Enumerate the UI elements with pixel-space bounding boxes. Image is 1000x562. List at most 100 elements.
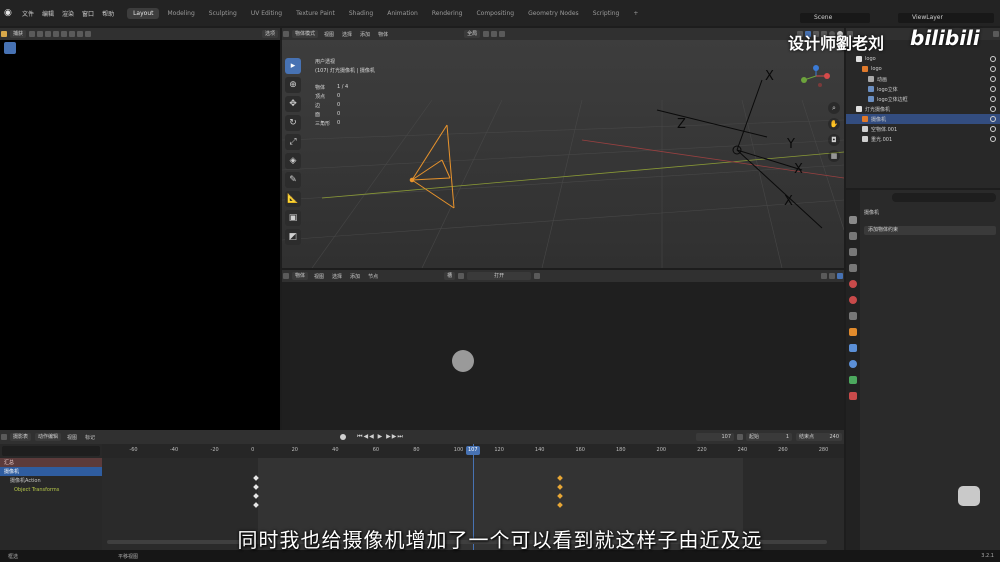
pin-icon[interactable] — [534, 273, 541, 279]
view-icon[interactable] — [29, 31, 36, 37]
workspace-tab-shading[interactable]: Shading — [343, 8, 379, 19]
output-tab-icon[interactable] — [849, 248, 857, 256]
outliner-row[interactable]: 摄像机 — [846, 114, 1000, 124]
menu-help[interactable]: 帮助 — [102, 9, 114, 18]
clock-icon[interactable] — [737, 434, 743, 440]
current-frame-field[interactable]: 107 — [696, 433, 734, 441]
pan-hand-icon[interactable]: ✋ — [828, 118, 840, 130]
shading-solid-icon[interactable] — [69, 31, 76, 37]
outliner-row[interactable]: logo立体边框 — [846, 94, 1000, 104]
view-layer-selector[interactable]: ViewLayer — [898, 13, 994, 23]
workspace-tab-scripting[interactable]: Scripting — [587, 8, 626, 19]
action-editor-dropdown[interactable]: 动作编辑 — [35, 433, 62, 441]
proportional-edit-icon[interactable] — [499, 31, 506, 37]
physics-tab-icon[interactable] — [849, 344, 857, 352]
transform-tool-icon[interactable]: ◈ — [285, 153, 301, 169]
channel-summary[interactable]: 汇总 — [0, 458, 102, 467]
backdrop-icon[interactable] — [837, 273, 843, 279]
workspace-tab-rendering[interactable]: Rendering — [426, 8, 469, 19]
channel-action[interactable]: 摄像机Action — [0, 476, 102, 485]
dope-sheet-mode-dropdown[interactable]: 摄影表 — [10, 433, 32, 441]
workspace-tab-uv-editing[interactable]: UV Editing — [245, 8, 288, 19]
overlay-icon[interactable] — [829, 273, 835, 279]
menu-add[interactable]: 添加 — [360, 31, 370, 38]
link-icon[interactable] — [37, 31, 44, 37]
outliner-row[interactable]: logo立体 — [846, 84, 1000, 94]
channel-search-input[interactable] — [2, 446, 100, 456]
visibility-eye-icon[interactable] — [990, 116, 996, 122]
overlay-icon[interactable] — [61, 31, 68, 37]
transform-orientation-dropdown[interactable]: 全局 — [464, 30, 481, 38]
cursor-tool-icon[interactable]: ⊕ — [285, 77, 301, 93]
select-tool-icon[interactable]: ▸ — [285, 58, 301, 74]
menu-file[interactable]: 文件 — [22, 9, 34, 18]
menu-window[interactable]: 窗口 — [82, 9, 94, 18]
visibility-eye-icon[interactable] — [990, 56, 996, 62]
menu-select[interactable]: 选择 — [332, 273, 342, 280]
workspace-tab-compositing[interactable]: Compositing — [470, 8, 520, 19]
slot-dropdown[interactable]: 槽 — [444, 272, 456, 280]
properties-search-input[interactable] — [892, 193, 996, 202]
new-material-button[interactable]: 打开 — [467, 272, 532, 280]
menu-edit[interactable]: 编辑 — [42, 9, 54, 18]
workspace-tab-geometry-nodes[interactable]: Geometry Nodes — [522, 8, 585, 19]
menu-view[interactable]: 视图 — [314, 273, 324, 280]
tool-tab-icon[interactable] — [849, 216, 857, 224]
camera-view-icon[interactable]: ◘ — [828, 134, 840, 146]
options-dropdown[interactable]: 选项 — [261, 30, 278, 38]
object-tab-icon[interactable] — [849, 328, 857, 336]
outliner-row[interactable]: logo — [846, 54, 1000, 64]
proportional-icon[interactable] — [53, 31, 60, 37]
channel-object[interactable]: 摄像机 — [0, 467, 102, 476]
3d-viewport[interactable]: X Z Y X X ▸ ⊕ ✥ ↻ ⤢ ◈ ✎ 📐 ▣ ◩ 用户透视 (107)… — [282, 40, 844, 268]
menu-add[interactable]: 添加 — [350, 273, 360, 280]
scene-selector[interactable]: Scene — [800, 13, 870, 23]
camera-tool-icon[interactable]: ◩ — [285, 229, 301, 245]
menu-marker[interactable]: 标记 — [85, 434, 95, 441]
world-tab-icon[interactable] — [849, 296, 857, 304]
workspace-tab-layout[interactable]: Layout — [127, 7, 160, 19]
editor-type-icon[interactable] — [283, 31, 289, 37]
capture-mode-dropdown[interactable]: 捕获 — [10, 30, 27, 38]
outliner-row[interactable]: logo — [846, 64, 1000, 74]
snap-icon[interactable] — [821, 273, 827, 279]
scale-tool-icon[interactable]: ⤢ — [285, 134, 301, 150]
measure-tool-icon[interactable]: 📐 — [285, 191, 301, 207]
material-icon[interactable] — [458, 273, 465, 279]
workspace-tab-animation[interactable]: Animation — [381, 8, 424, 19]
editor-type-icon[interactable] — [1, 31, 7, 37]
menu-render[interactable]: 渲染 — [62, 9, 74, 18]
editor-type-icon[interactable] — [283, 273, 289, 279]
add-object-constraint-dropdown[interactable]: 添加物体约束 — [864, 226, 996, 235]
visibility-eye-icon[interactable] — [990, 76, 996, 82]
filter-icon[interactable] — [993, 31, 999, 37]
shading-render-icon[interactable] — [85, 31, 92, 37]
menu-object[interactable]: 物体 — [378, 31, 388, 38]
pivot-icon[interactable] — [483, 31, 490, 37]
ortho-grid-icon[interactable]: ▦ — [828, 150, 840, 162]
visibility-eye-icon[interactable] — [990, 126, 996, 132]
move-tool-icon[interactable]: ✥ — [285, 96, 301, 112]
view-layer-tab-icon[interactable] — [849, 264, 857, 272]
outliner-row[interactable]: 动画 — [846, 74, 1000, 84]
menu-select[interactable]: 选择 — [342, 31, 352, 38]
select-tool-icon[interactable] — [4, 42, 16, 54]
zoom-icon[interactable]: ⌕ — [828, 102, 840, 114]
rotate-tool-icon[interactable]: ↻ — [285, 115, 301, 131]
constraints-tab-icon[interactable] — [849, 360, 857, 368]
add-cube-tool-icon[interactable]: ▣ — [285, 210, 301, 226]
visibility-eye-icon[interactable] — [990, 106, 996, 112]
visibility-eye-icon[interactable] — [990, 86, 996, 92]
left-editor-canvas[interactable] — [0, 40, 280, 430]
shading-material-icon[interactable] — [77, 31, 84, 37]
texture-tab-icon[interactable] — [849, 392, 857, 400]
node-type-dropdown[interactable]: 物体 — [292, 272, 309, 280]
menu-view[interactable]: 视图 — [324, 31, 334, 38]
add-workspace-button[interactable]: + — [627, 8, 644, 19]
node-editor-canvas[interactable] — [282, 282, 844, 430]
channel-group[interactable]: Object Transforms — [0, 485, 102, 494]
playback-controls-icon[interactable]: ⏮◀◀ ▶ ▶▶⏭ — [357, 433, 404, 441]
mode-dropdown[interactable]: 物体模式 — [292, 30, 319, 38]
workspace-tab-modeling[interactable]: Modeling — [161, 8, 200, 19]
workspace-tab-sculpting[interactable]: Sculpting — [203, 8, 243, 19]
